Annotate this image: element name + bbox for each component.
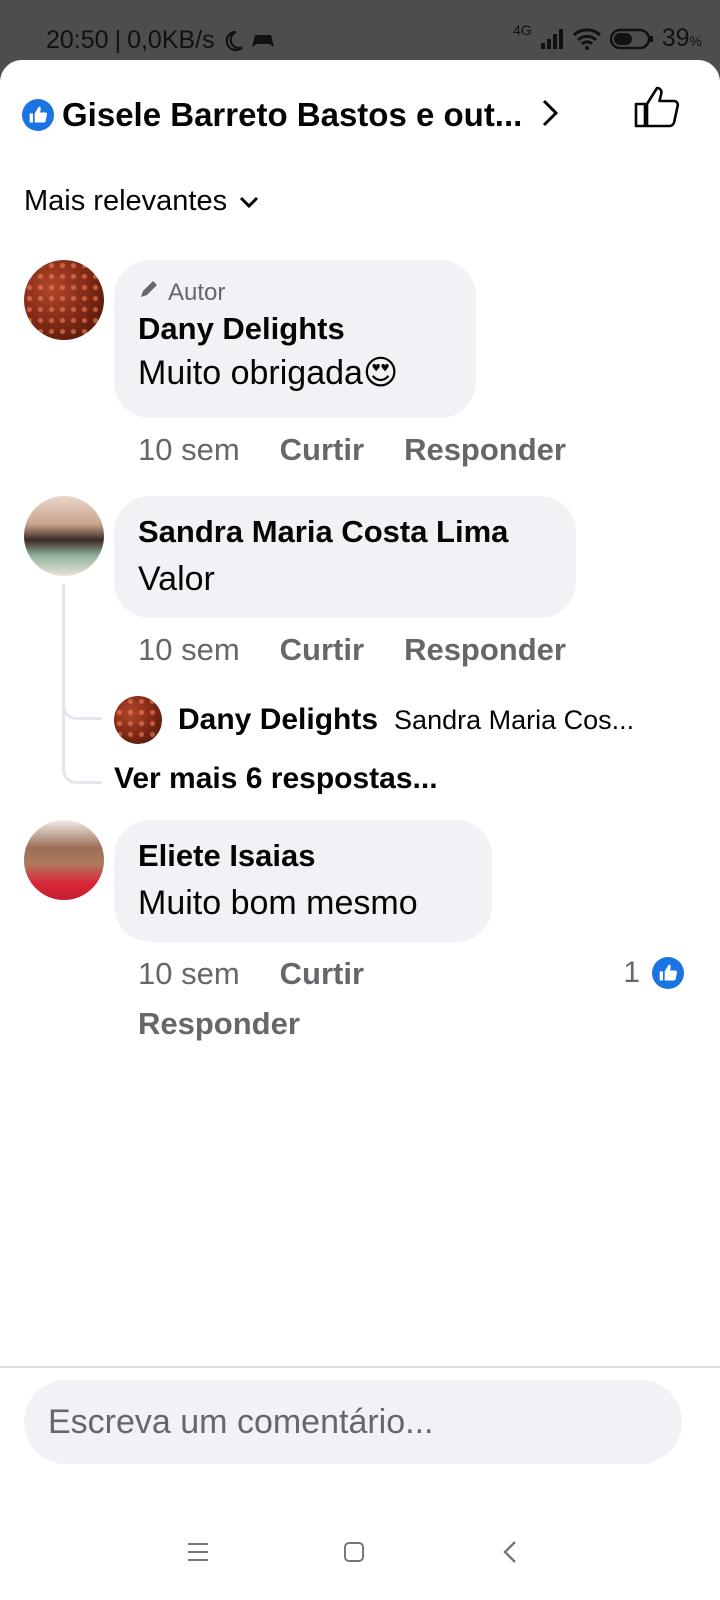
reactors-link[interactable]: Gisele Barreto Bastos e out... xyxy=(22,90,662,140)
comment-text: Muito bom mesmo xyxy=(138,884,418,922)
comment-bubble: Eliete Isaias Muito bom mesmo xyxy=(114,820,492,942)
thread-line xyxy=(62,700,102,784)
thumbs-up-outline-icon[interactable] xyxy=(632,82,682,132)
comment-time[interactable]: 10 sem xyxy=(138,632,240,668)
view-more-replies-link[interactable]: Ver mais 6 respostas... xyxy=(114,762,438,796)
status-speed: 0,0KB/s xyxy=(127,26,215,54)
like-badge-icon xyxy=(652,957,684,989)
comment-like-count[interactable]: 1 xyxy=(623,956,684,990)
comment-bubble: Autor Dany Delights Muito obrigada 😍 xyxy=(114,260,476,418)
comment-time[interactable]: 10 sem xyxy=(138,432,240,468)
signal-icon xyxy=(540,28,564,50)
heart-eyes-emoji: 😍 xyxy=(362,354,399,392)
network-type: 4G xyxy=(513,22,532,38)
chevron-down-icon xyxy=(239,185,259,218)
chevron-right-icon xyxy=(540,98,560,133)
avatar-sandra-maria[interactable] xyxy=(24,496,104,576)
comment-actions: 10 sem Curtir xyxy=(138,956,364,992)
menu-icon[interactable] xyxy=(180,1534,216,1570)
comment-text: Muito obrigada 😍 xyxy=(138,353,399,393)
like-badge-icon xyxy=(22,99,54,131)
system-nav-bar xyxy=(0,1504,720,1600)
composer-divider xyxy=(0,1366,720,1368)
like-comment-button[interactable]: Curtir xyxy=(280,432,364,468)
status-right: 4G 39% xyxy=(513,22,702,53)
comment-actions: 10 sem Curtir Responder xyxy=(138,432,566,468)
author-badge: Autor xyxy=(138,278,452,307)
game-controller-icon xyxy=(251,31,275,51)
reply-button[interactable]: Responder xyxy=(138,1006,300,1042)
comment-bubble: Sandra Maria Costa Lima Valor xyxy=(114,496,576,618)
reply-button[interactable]: Responder xyxy=(404,632,566,668)
avatar-dany-delights xyxy=(114,696,162,744)
commenter-name[interactable]: Sandra Maria Costa Lima xyxy=(138,514,552,550)
sort-label: Mais relevantes xyxy=(24,185,228,217)
like-comment-button[interactable]: Curtir xyxy=(280,956,364,992)
moon-icon xyxy=(221,29,245,53)
avatar-dany-delights[interactable] xyxy=(24,260,104,340)
reply-author: Dany Delights xyxy=(178,703,379,736)
reply-button[interactable]: Responder xyxy=(404,432,566,468)
comment-text: Valor xyxy=(138,560,215,598)
sort-dropdown[interactable]: Mais relevantes xyxy=(24,185,259,218)
comment-time[interactable]: 10 sem xyxy=(138,956,240,992)
comment-actions: 10 sem Curtir Responder xyxy=(138,632,566,668)
avatar-eliete-isaias[interactable] xyxy=(24,820,104,900)
reply-preview[interactable]: Dany Delights Sandra Maria Cos... xyxy=(114,696,634,744)
reactors-names: Gisele Barreto Bastos e out... xyxy=(62,96,523,133)
battery-level: 39% xyxy=(661,24,702,52)
back-icon[interactable] xyxy=(492,1534,528,1570)
comments-sheet: Gisele Barreto Bastos e out... Mais rele… xyxy=(0,60,720,1504)
pencil-icon xyxy=(138,278,160,307)
comment-input[interactable] xyxy=(48,1402,658,1442)
commenter-name[interactable]: Eliete Isaias xyxy=(138,838,468,874)
comment-composer[interactable] xyxy=(24,1380,682,1464)
commenter-name[interactable]: Dany Delights xyxy=(138,311,452,347)
wifi-icon xyxy=(572,27,602,50)
like-comment-button[interactable]: Curtir xyxy=(280,632,364,668)
status-left: 20:50 | 0,0KB/s xyxy=(46,26,275,55)
battery-icon xyxy=(609,28,654,50)
comment-actions-wrap: Responder xyxy=(138,1006,300,1042)
reply-text: Sandra Maria Cos... xyxy=(394,704,635,735)
status-time: 20:50 xyxy=(46,26,109,54)
home-square-icon[interactable] xyxy=(336,1534,372,1570)
